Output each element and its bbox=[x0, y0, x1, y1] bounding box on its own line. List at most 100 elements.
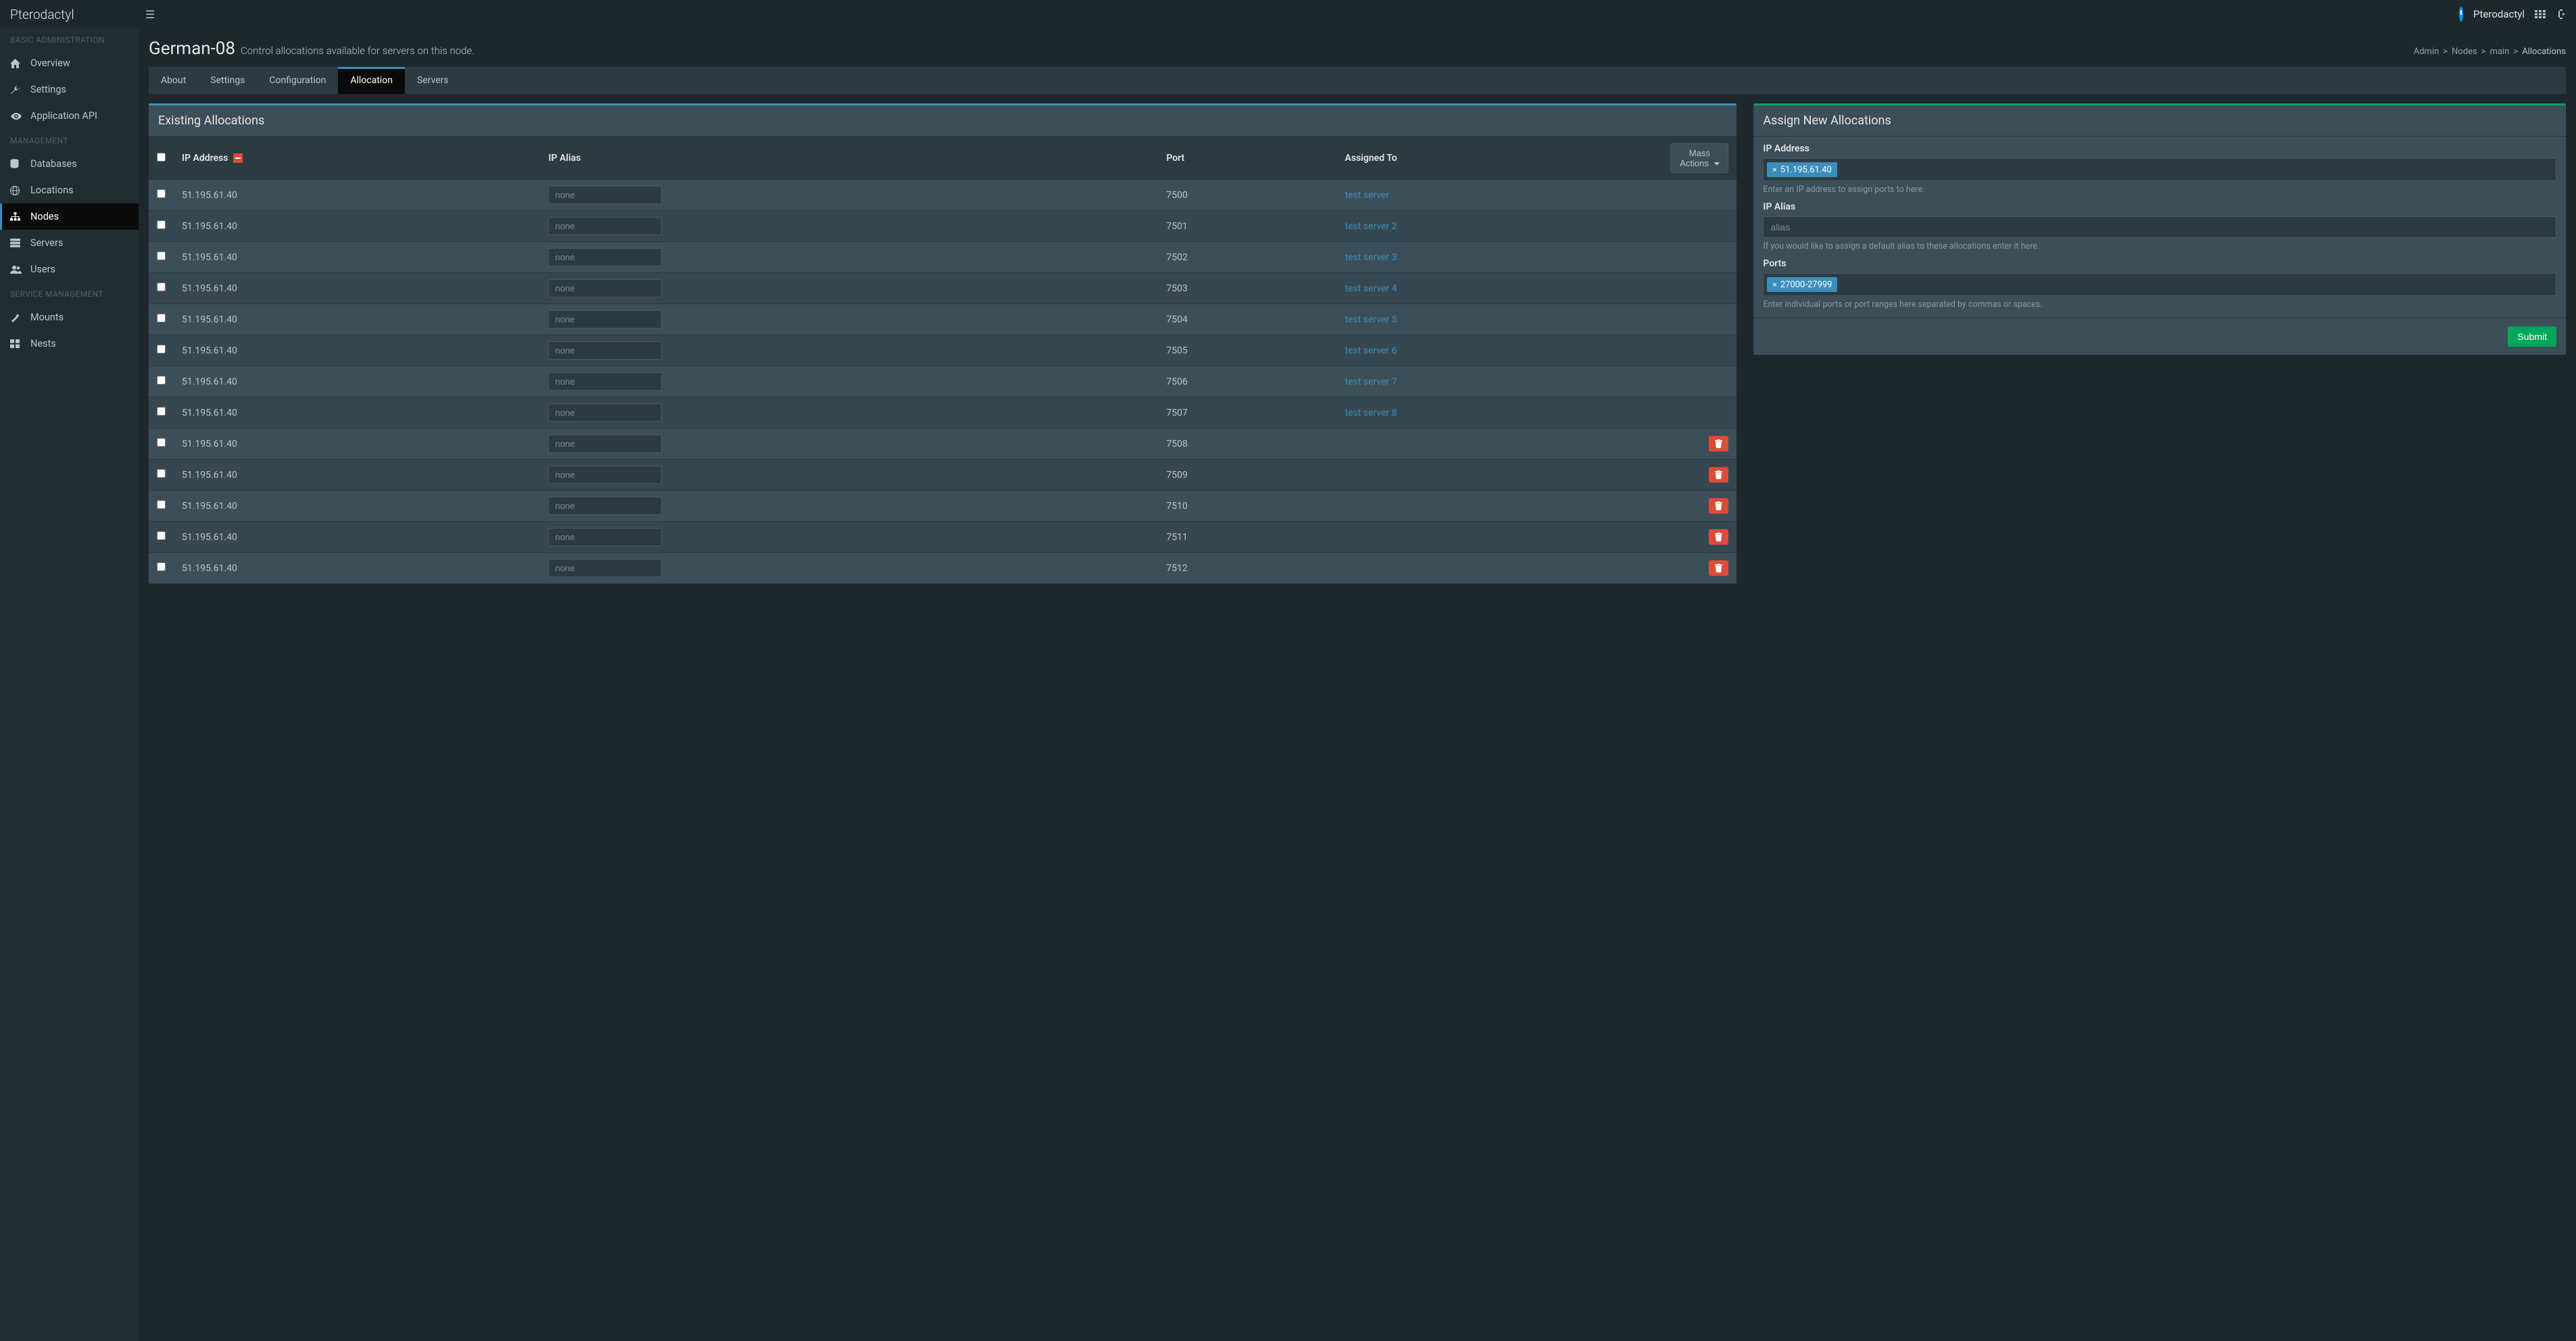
server-link[interactable]: test server 7 bbox=[1345, 376, 1397, 387]
logout-icon[interactable] bbox=[2556, 9, 2566, 19]
delete-button[interactable] bbox=[1709, 467, 1728, 483]
mass-actions-button[interactable]: Mass Actions bbox=[1670, 143, 1728, 173]
alias-field[interactable] bbox=[548, 559, 662, 577]
sidebar-item-nodes[interactable]: Nodes bbox=[0, 203, 139, 230]
row-checkbox[interactable] bbox=[157, 500, 166, 509]
wrench-icon bbox=[10, 85, 22, 95]
alias-field[interactable] bbox=[548, 279, 662, 297]
tab-about[interactable]: About bbox=[149, 67, 198, 94]
row-checkbox[interactable] bbox=[157, 376, 166, 385]
row-checkbox[interactable] bbox=[157, 469, 166, 478]
tab-settings[interactable]: Settings bbox=[198, 67, 257, 94]
sidebar-item-label: Mounts bbox=[30, 312, 64, 323]
alias-group: IP Alias If you would like to assign a d… bbox=[1753, 195, 2566, 251]
alias-input[interactable] bbox=[1763, 216, 2556, 238]
alias-field[interactable] bbox=[548, 528, 662, 546]
row-checkbox[interactable] bbox=[157, 189, 166, 198]
row-checkbox[interactable] bbox=[157, 407, 166, 416]
server-link[interactable]: test server 5 bbox=[1345, 314, 1397, 325]
delete-button[interactable] bbox=[1709, 529, 1728, 545]
breadcrumb: Admin>Nodes>main>Allocations bbox=[2414, 47, 2566, 57]
select-all-checkbox[interactable] bbox=[157, 153, 166, 162]
cell-port: 7508 bbox=[1158, 429, 1336, 460]
server-link[interactable]: test server 8 bbox=[1345, 408, 1397, 418]
sidebar-item-overview[interactable]: Overview bbox=[0, 50, 139, 76]
cell-ip: 51.195.61.40 bbox=[174, 429, 540, 460]
trash-icon bbox=[1715, 439, 1722, 448]
table-row: 51.195.61.407501test server 2 bbox=[149, 211, 1736, 242]
breadcrumb-item[interactable]: Nodes bbox=[2452, 47, 2477, 57]
alias-field[interactable] bbox=[548, 497, 662, 515]
tab-configuration[interactable]: Configuration bbox=[257, 67, 338, 94]
th-large-icon bbox=[10, 339, 22, 348]
alias-help: If you would like to assign a default al… bbox=[1763, 241, 2556, 251]
alias-field[interactable] bbox=[548, 466, 662, 484]
delete-button[interactable] bbox=[1709, 436, 1728, 452]
cell-port: 7506 bbox=[1158, 366, 1336, 397]
alias-field[interactable] bbox=[548, 435, 662, 453]
alias-field[interactable] bbox=[548, 186, 662, 204]
breadcrumb-item[interactable]: Admin bbox=[2414, 47, 2439, 57]
alias-label: IP Alias bbox=[1763, 201, 2556, 212]
table-row: 51.195.61.407500test server bbox=[149, 180, 1736, 211]
tab-servers[interactable]: Servers bbox=[405, 67, 461, 94]
breadcrumb-item[interactable]: main bbox=[2490, 47, 2510, 57]
cell-ip: 51.195.61.40 bbox=[174, 397, 540, 429]
alias-field[interactable] bbox=[548, 310, 662, 328]
grid-icon[interactable] bbox=[2535, 10, 2546, 18]
user-name[interactable]: Pterodactyl bbox=[2473, 8, 2525, 20]
cell-port: 7505 bbox=[1158, 335, 1336, 366]
server-link[interactable]: test server 4 bbox=[1345, 283, 1397, 294]
delete-button[interactable] bbox=[1709, 498, 1728, 514]
ports-tag-input[interactable]: × 27000-27999 bbox=[1763, 273, 2556, 296]
hamburger-icon[interactable]: ☰ bbox=[139, 8, 162, 21]
server-link[interactable]: test server 3 bbox=[1345, 252, 1397, 263]
content: German-08 Control allocations available … bbox=[139, 28, 2576, 594]
row-checkbox[interactable] bbox=[157, 220, 166, 229]
sidebar-item-label: Nodes bbox=[30, 211, 59, 222]
remove-tag-icon[interactable]: × bbox=[1772, 165, 1776, 174]
row-checkbox[interactable] bbox=[157, 562, 166, 571]
trash-icon bbox=[1715, 502, 1722, 510]
ports-help: Enter individual ports or port ranges he… bbox=[1763, 299, 2556, 310]
top-nav: Pterodactyl ☰ Pterodactyl bbox=[0, 0, 2576, 28]
table-row: 51.195.61.407509 bbox=[149, 460, 1736, 491]
sidebar-item-mounts[interactable]: Mounts bbox=[0, 304, 139, 331]
alias-field[interactable] bbox=[548, 341, 662, 360]
tab-allocation[interactable]: Allocation bbox=[338, 67, 405, 94]
alias-field[interactable] bbox=[548, 217, 662, 235]
server-link[interactable]: test server 6 bbox=[1345, 345, 1397, 356]
sidebar-item-databases[interactable]: Databases bbox=[0, 151, 139, 177]
brand[interactable]: Pterodactyl bbox=[10, 7, 139, 22]
sidebar-item-users[interactable]: Users bbox=[0, 256, 139, 283]
sidebar-item-nests[interactable]: Nests bbox=[0, 331, 139, 357]
trash-icon bbox=[1715, 533, 1722, 541]
row-checkbox[interactable] bbox=[157, 438, 166, 447]
row-checkbox[interactable] bbox=[157, 283, 166, 291]
server-link[interactable]: test server bbox=[1345, 190, 1390, 201]
ip-tag-input[interactable]: × 51.195.61.40 bbox=[1763, 158, 2556, 181]
cell-ip: 51.195.61.40 bbox=[174, 304, 540, 335]
sidebar-item-application-api[interactable]: Application API bbox=[0, 103, 139, 129]
remove-badge-icon[interactable] bbox=[233, 153, 243, 163]
row-checkbox[interactable] bbox=[157, 251, 166, 260]
th-actions: Mass Actions bbox=[1662, 137, 1736, 180]
row-checkbox[interactable] bbox=[157, 531, 166, 540]
sidebar-item-locations[interactable]: Locations bbox=[0, 177, 139, 203]
sidebar-item-servers[interactable]: Servers bbox=[0, 230, 139, 256]
server-link[interactable]: test server 2 bbox=[1345, 221, 1397, 232]
cell-port: 7510 bbox=[1158, 491, 1336, 522]
alias-field[interactable] bbox=[548, 248, 662, 266]
trash-icon bbox=[1715, 470, 1722, 479]
sidebar-item-settings[interactable]: Settings bbox=[0, 76, 139, 103]
row-checkbox[interactable] bbox=[157, 345, 166, 353]
row-checkbox[interactable] bbox=[157, 314, 166, 322]
submit-button[interactable]: Submit bbox=[2508, 326, 2556, 347]
ports-tag-value: 27000-27999 bbox=[1780, 280, 1832, 290]
alias-field[interactable] bbox=[548, 372, 662, 391]
cell-port: 7500 bbox=[1158, 180, 1336, 211]
remove-tag-icon[interactable]: × bbox=[1772, 280, 1776, 289]
alias-field[interactable] bbox=[548, 404, 662, 422]
cell-port: 7511 bbox=[1158, 522, 1336, 553]
delete-button[interactable] bbox=[1709, 560, 1728, 576]
